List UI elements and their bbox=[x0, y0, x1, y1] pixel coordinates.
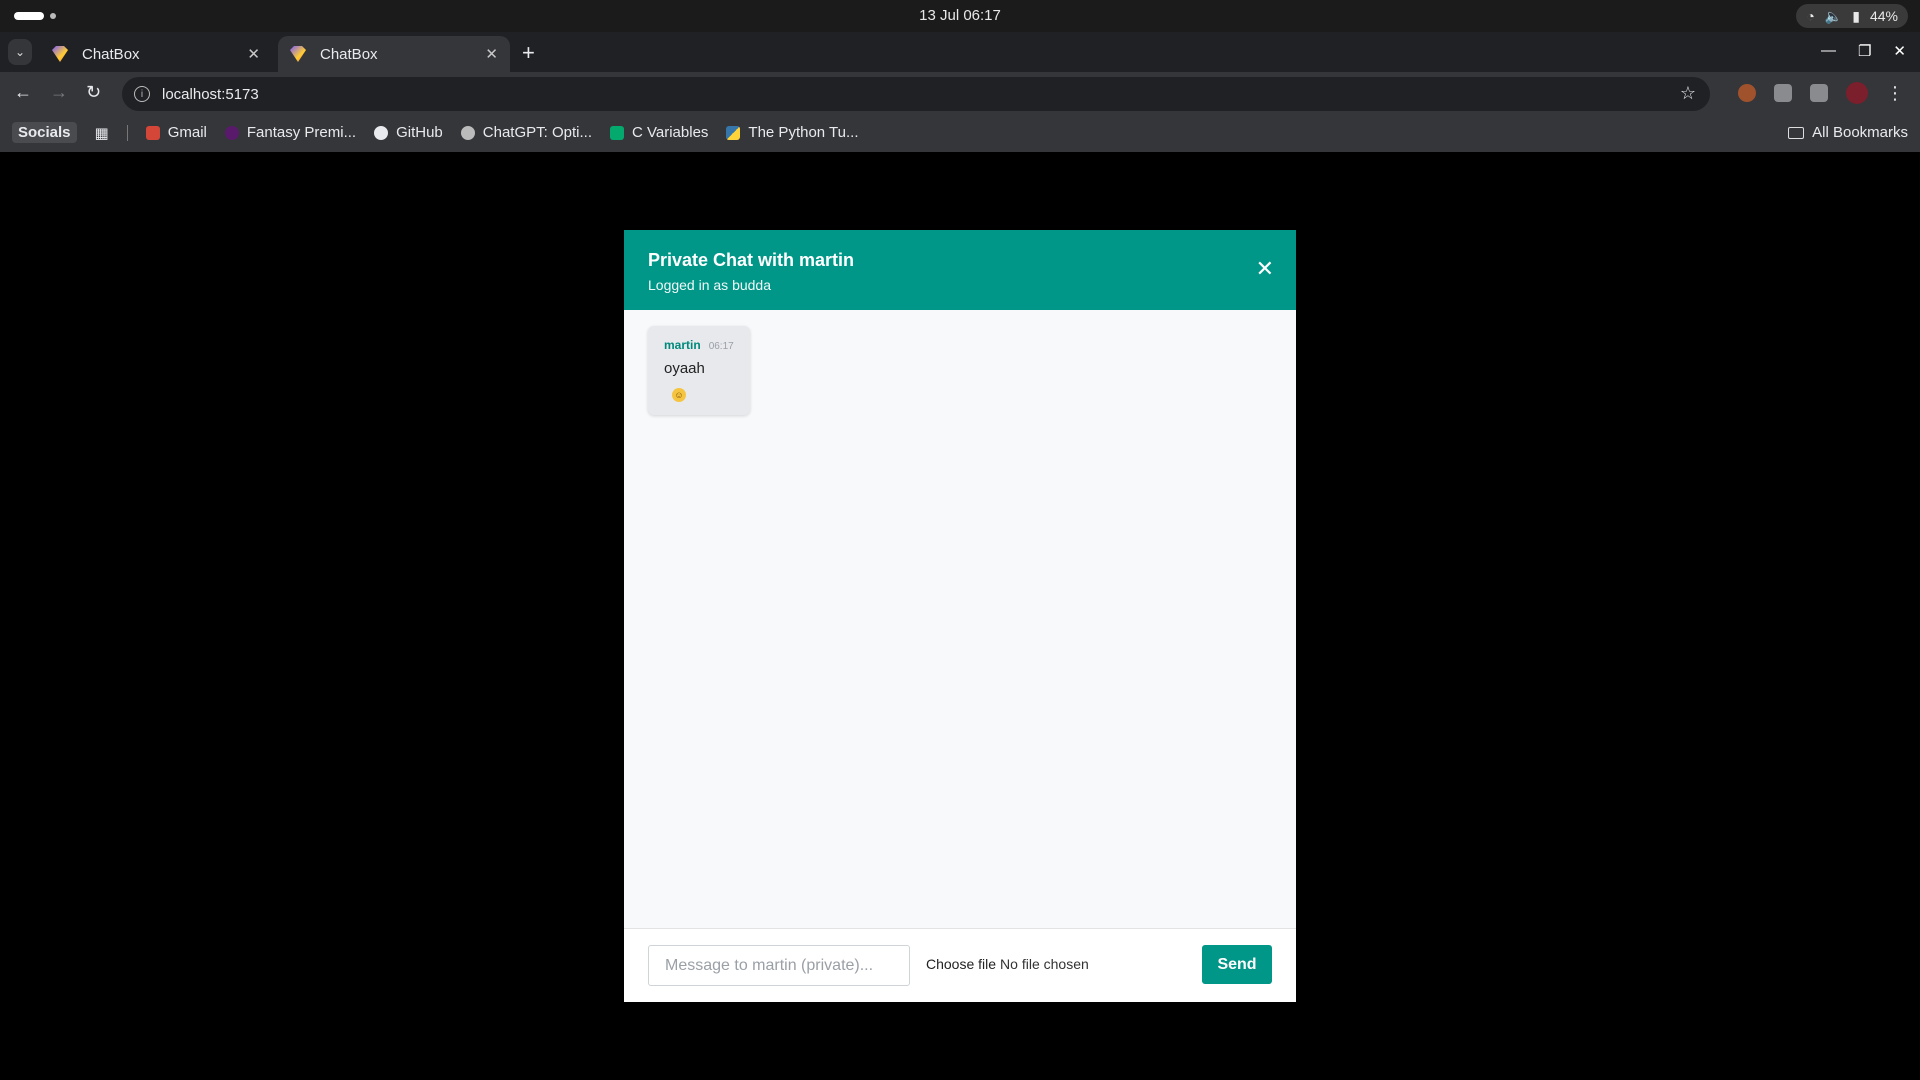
bookmark-folder-socials[interactable]: Socials bbox=[12, 122, 77, 143]
chatbox-favicon-icon bbox=[290, 46, 306, 62]
tab-title: ChatBox bbox=[320, 45, 378, 63]
bookmark-gmail[interactable]: Gmail bbox=[145, 124, 207, 141]
divider bbox=[126, 124, 128, 141]
kebab-menu-icon[interactable]: ⋮ bbox=[1886, 83, 1904, 104]
chatbox-favicon-icon bbox=[52, 46, 68, 62]
chatgpt-icon bbox=[460, 125, 475, 140]
os-clock[interactable]: 13 Jul 06:17 bbox=[0, 7, 1920, 24]
bookmark-python-tutorial[interactable]: The Python Tu... bbox=[726, 124, 858, 141]
window-controls: — ❐ ✕ bbox=[1821, 42, 1906, 60]
github-icon bbox=[374, 125, 389, 140]
battery-icon: ▮ bbox=[1852, 7, 1860, 24]
back-icon[interactable]: ← bbox=[14, 82, 32, 103]
w3schools-icon bbox=[610, 125, 624, 140]
browser-tab-active[interactable]: ChatBox ✕ bbox=[278, 36, 510, 72]
close-tab-icon[interactable]: ✕ bbox=[485, 45, 498, 63]
forward-icon[interactable]: → bbox=[50, 82, 68, 103]
address-bar[interactable]: i localhost:5173 ☆ bbox=[122, 77, 1710, 111]
battery-percent: 44% bbox=[1869, 8, 1898, 24]
bookmark-label: Fantasy Premi... bbox=[246, 124, 357, 141]
tab-strip: ⌄ ChatBox ✕ ChatBox ✕ + — ❐ ✕ bbox=[0, 32, 1920, 72]
bookmark-label: Gmail bbox=[167, 124, 207, 141]
bookmarks-bar: Socials ▦ Gmail Fantasy Premi... GitHub … bbox=[0, 116, 1920, 152]
close-chat-button[interactable]: ✕ bbox=[1256, 256, 1274, 282]
extension-icon[interactable] bbox=[1738, 84, 1756, 102]
file-status: No file chosen bbox=[1000, 956, 1089, 972]
file-picker[interactable]: Choose file No file chosen bbox=[926, 956, 1089, 972]
browser-tab[interactable]: ChatBox ✕ bbox=[40, 36, 272, 72]
restore-icon[interactable]: ❐ bbox=[1858, 42, 1871, 60]
system-tray[interactable]: ◔ 🔈 ▮ 44% bbox=[1796, 4, 1908, 28]
chat-title: Private Chat with martin bbox=[648, 250, 855, 270]
all-bookmarks-button[interactable]: All Bookmarks bbox=[1788, 124, 1908, 141]
bookmark-label: ChatGPT: Opti... bbox=[482, 124, 592, 141]
puzzle-extensions-icon[interactable] bbox=[1810, 84, 1828, 102]
qr-extension-icon[interactable] bbox=[1774, 84, 1792, 102]
minimize-icon[interactable]: — bbox=[1821, 42, 1836, 60]
all-bookmarks-label: All Bookmarks bbox=[1812, 124, 1908, 141]
toolbar-icons: ⋮ bbox=[1738, 82, 1904, 104]
message-list[interactable]: martin 06:17 oyaah ☺ bbox=[624, 310, 1296, 928]
new-tab-button[interactable]: + bbox=[522, 40, 535, 66]
tab-title: ChatBox bbox=[82, 45, 140, 63]
close-tab-icon[interactable]: ✕ bbox=[247, 45, 260, 63]
os-top-bar: 13 Jul 06:17 ◔ 🔈 ▮ 44% bbox=[0, 0, 1920, 32]
bookmark-star-icon[interactable]: ☆ bbox=[1680, 83, 1696, 104]
private-chat-modal: Private Chat with martin Logged in as bu… bbox=[624, 230, 1296, 1002]
bookmark-c-variables[interactable]: C Variables bbox=[610, 124, 708, 141]
choose-file-button[interactable]: Choose file bbox=[926, 956, 996, 972]
message-input[interactable] bbox=[648, 945, 910, 986]
message-bubble: martin 06:17 oyaah ☺ bbox=[648, 326, 750, 415]
profile-avatar[interactable] bbox=[1846, 82, 1868, 104]
tab-search-button[interactable]: ⌄ bbox=[8, 39, 32, 65]
chat-header: Private Chat with martin Logged in as bu… bbox=[624, 230, 1296, 310]
volume-icon: 🔈 bbox=[1824, 7, 1843, 24]
smiley-emoji-icon: ☺ bbox=[672, 388, 686, 402]
message-text: oyaah bbox=[664, 360, 705, 377]
bookmark-label: Socials bbox=[18, 124, 71, 141]
bookmark-github[interactable]: GitHub bbox=[374, 124, 443, 141]
bookmark-chatgpt[interactable]: ChatGPT: Opti... bbox=[460, 124, 592, 141]
bookmark-label: The Python Tu... bbox=[748, 124, 859, 141]
url-text[interactable]: localhost:5173 bbox=[162, 86, 259, 103]
bookmark-label: GitHub bbox=[396, 124, 443, 141]
bookmark-label: C Variables bbox=[632, 124, 709, 141]
folder-icon bbox=[1788, 126, 1805, 139]
apps-grid-icon[interactable]: ▦ bbox=[95, 124, 109, 142]
message-time: 06:17 bbox=[708, 341, 734, 352]
bookmark-fantasy-premier[interactable]: Fantasy Premi... bbox=[224, 124, 357, 141]
reload-icon[interactable]: ↻ bbox=[86, 82, 101, 103]
chat-composer: Choose file No file chosen Send bbox=[624, 928, 1296, 1002]
fpl-icon bbox=[224, 125, 239, 140]
chat-subtitle: Logged in as budda bbox=[648, 277, 771, 293]
message-sender: martin bbox=[664, 338, 701, 352]
send-button[interactable]: Send bbox=[1202, 945, 1272, 984]
browser-toolbar: ← → ↻ i localhost:5173 ☆ ⋮ bbox=[0, 72, 1920, 116]
chevron-down-icon: ⌄ bbox=[14, 45, 26, 59]
site-info-icon[interactable]: i bbox=[134, 86, 150, 102]
page-viewport: Private Chat with martin Logged in as bu… bbox=[0, 152, 1920, 1080]
close-window-icon[interactable]: ✕ bbox=[1893, 42, 1906, 60]
python-icon bbox=[726, 125, 741, 140]
wifi-icon: ◔ bbox=[1806, 8, 1815, 24]
gmail-icon bbox=[145, 125, 160, 140]
